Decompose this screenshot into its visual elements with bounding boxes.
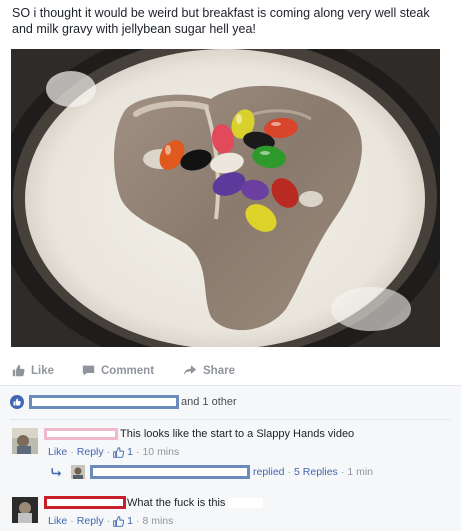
comment-time[interactable]: 8 mins xyxy=(142,515,173,527)
share-button[interactable]: Share xyxy=(183,364,235,377)
comment-time[interactable]: 10 mins xyxy=(142,446,179,458)
reply-summary[interactable]: replied · 5 Replies · 1 min xyxy=(50,465,373,479)
thumbs-up-icon xyxy=(113,446,125,458)
comment-meta: Like · Reply · 1 · 8 mins xyxy=(48,515,174,527)
reply-time: 1 min xyxy=(347,466,373,478)
comment-button[interactable]: Comment xyxy=(82,364,154,377)
redacted-name xyxy=(29,395,179,409)
share-label: Share xyxy=(203,364,235,377)
comment-body: What the fuck is this xyxy=(44,496,264,509)
post-photo[interactable] xyxy=(11,49,440,347)
comment-text: This looks like the start to a Slappy Ha… xyxy=(120,428,355,440)
reactions-others: and 1 other xyxy=(181,396,237,408)
comment-text: What the fuck is this xyxy=(127,496,226,509)
reactions-row[interactable]: and 1 other xyxy=(10,392,237,412)
like-reaction-icon xyxy=(10,395,24,409)
comment-like-link[interactable]: Like xyxy=(48,515,67,527)
like-button[interactable]: Like xyxy=(12,364,54,377)
avatar[interactable] xyxy=(12,428,38,454)
comment-like-count[interactable]: 1 xyxy=(127,515,133,527)
redacted-name xyxy=(90,465,250,479)
like-label: Like xyxy=(31,364,55,377)
comment-like-count[interactable]: 1 xyxy=(127,446,133,458)
reply-arrow-icon xyxy=(51,468,62,477)
share-arrow-icon xyxy=(183,365,197,376)
comment-reply-link[interactable]: Reply xyxy=(77,515,104,527)
comment-icon xyxy=(82,365,95,376)
comment-meta: Like · Reply · 1 · 10 mins xyxy=(48,446,180,458)
comment-reply-link[interactable]: Reply xyxy=(77,446,104,458)
redacted-author[interactable] xyxy=(44,496,126,509)
thumbs-up-icon xyxy=(113,515,125,527)
replies-count-link[interactable]: 5 Replies xyxy=(294,466,338,478)
comment-label: Comment xyxy=(101,364,155,377)
post-action-bar: Like Comment Share xyxy=(0,361,461,383)
steak-jellybean-photo xyxy=(11,49,440,347)
replied-text: replied xyxy=(253,466,285,478)
avatar[interactable] xyxy=(12,497,38,523)
avatar xyxy=(71,465,85,479)
redacted-author[interactable] xyxy=(44,428,118,440)
comment-like-link[interactable]: Like xyxy=(48,446,67,458)
comment-body: This looks like the start to a Slappy Ha… xyxy=(44,428,354,440)
post-text: SO i thought it would be weird but break… xyxy=(12,6,430,36)
redacted-text xyxy=(229,497,264,508)
divider xyxy=(10,419,451,420)
thumbs-up-icon xyxy=(12,364,25,377)
